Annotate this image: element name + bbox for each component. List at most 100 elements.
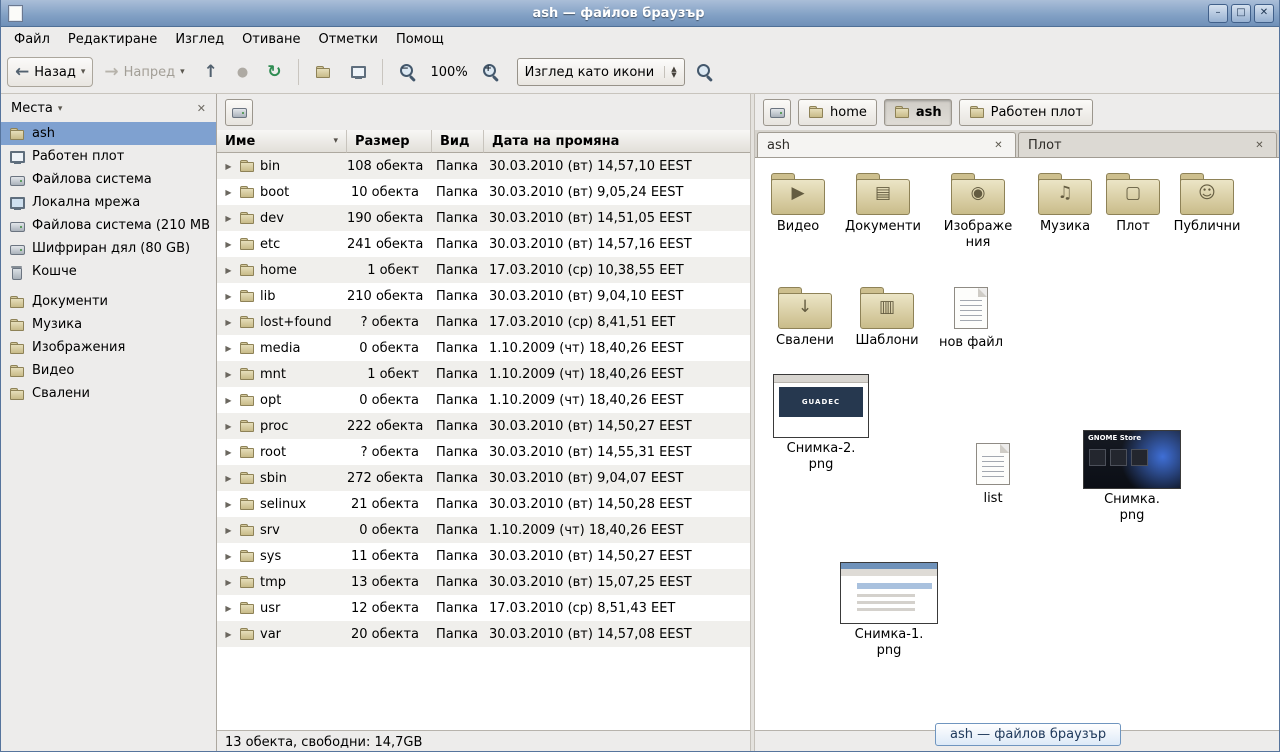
tree-row-selinux[interactable]: ▶selinux21 обектаПапка30.03.2010 (вт) 14… xyxy=(217,491,750,517)
column-header-date[interactable]: Дата на промяна xyxy=(484,130,750,153)
icon-item-10[interactable]: list xyxy=(953,440,1033,507)
tab-close-icon[interactable]: ✕ xyxy=(991,138,1006,153)
stop-button[interactable]: ● xyxy=(229,57,256,87)
close-button[interactable]: ✕ xyxy=(1254,4,1274,23)
tree-row-root[interactable]: ▶root? обектаПапка30.03.2010 (вт) 14,55,… xyxy=(217,439,750,465)
tree-row-home[interactable]: ▶home1 обектПапка17.03.2010 (ср) 10,38,5… xyxy=(217,257,750,283)
titlebar[interactable]: ash — файлов браузър – □ ✕ xyxy=(1,0,1279,27)
tab-Плот[interactable]: Плот✕ xyxy=(1018,132,1277,157)
view-mode-select[interactable]: Изглед като икони ▲▼ xyxy=(517,58,685,86)
tree-row-lost+found[interactable]: ▶lost+found? обектаПапка17.03.2010 (ср) … xyxy=(217,309,750,335)
reload-button[interactable]: ↻ xyxy=(259,57,289,87)
tree-row-boot[interactable]: ▶boot10 обектаПапка30.03.2010 (вт) 9,05,… xyxy=(217,179,750,205)
sidebar-item-8[interactable]: Музика xyxy=(1,313,216,336)
expander-icon[interactable]: ▶ xyxy=(223,448,234,457)
expander-icon[interactable]: ▶ xyxy=(223,240,234,249)
expander-icon[interactable]: ▶ xyxy=(223,162,234,171)
icon-item-6[interactable]: ↓Свалени xyxy=(763,284,847,349)
places-dropdown-icon[interactable]: ▾ xyxy=(58,104,63,114)
expander-icon[interactable]: ▶ xyxy=(223,578,234,587)
expander-icon[interactable]: ▶ xyxy=(223,292,234,301)
icon-item-3[interactable]: ♫Музика xyxy=(1027,170,1103,235)
sidebar-item-9[interactable]: Изображения xyxy=(1,336,216,359)
expander-icon[interactable]: ▶ xyxy=(223,526,234,535)
expander-icon[interactable]: ▶ xyxy=(223,396,234,405)
icon-item-8[interactable]: нов файл xyxy=(931,284,1011,351)
expander-icon[interactable]: ▶ xyxy=(223,370,234,379)
icon-item-1[interactable]: ▤Документи xyxy=(839,170,927,235)
tab-ash[interactable]: ash✕ xyxy=(757,132,1016,157)
expander-icon[interactable]: ▶ xyxy=(223,344,234,353)
menu-item-2[interactable]: Изглед xyxy=(166,29,233,50)
expander-icon[interactable]: ▶ xyxy=(223,474,234,483)
zoom-in-button[interactable]: + xyxy=(474,57,508,87)
icon-item-0[interactable]: ▶Видео xyxy=(757,170,839,235)
tree-row-opt[interactable]: ▶opt0 обектаПапка1.10.2009 (чт) 18,40,26… xyxy=(217,387,750,413)
menu-item-5[interactable]: Помощ xyxy=(387,29,453,50)
menu-item-1[interactable]: Редактиране xyxy=(59,29,166,50)
computer-button[interactable] xyxy=(342,57,374,87)
sidebar-item-0[interactable]: ash xyxy=(1,122,216,145)
icon-item-9[interactable]: GUADECСнимка-2.png xyxy=(771,374,871,474)
expander-icon[interactable]: ▶ xyxy=(223,422,234,431)
expander-icon[interactable]: ▶ xyxy=(223,630,234,639)
icon-item-12[interactable]: Снимка-1.png xyxy=(839,562,939,660)
tree-row-bin[interactable]: ▶bin108 обектаПапка30.03.2010 (вт) 14,57… xyxy=(217,153,750,179)
up-button[interactable]: ↑ xyxy=(196,57,226,87)
icon-item-7[interactable]: ▥Шаблони xyxy=(845,284,929,349)
tree-row-media[interactable]: ▶media0 обектаПапка1.10.2009 (чт) 18,40,… xyxy=(217,335,750,361)
search-button[interactable] xyxy=(688,57,722,87)
tree-row-proc[interactable]: ▶proc222 обектаПапка30.03.2010 (вт) 14,5… xyxy=(217,413,750,439)
menu-item-4[interactable]: Отметки xyxy=(309,29,386,50)
tree-row-tmp[interactable]: ▶tmp13 обектаПапка30.03.2010 (вт) 15,07,… xyxy=(217,569,750,595)
sidebar-item-4[interactable]: Файлова система (210 MB) xyxy=(1,214,216,237)
tree-row-sbin[interactable]: ▶sbin272 обектаПапка30.03.2010 (вт) 9,04… xyxy=(217,465,750,491)
pathbar-button-home[interactable]: home xyxy=(798,99,877,126)
taskbar-window-label[interactable]: ash — файлов браузър xyxy=(935,723,1121,746)
forward-button[interactable]: → Напред ▾ xyxy=(96,57,192,87)
sidebar-item-5[interactable]: Шифриран дял (80 GB) xyxy=(1,237,216,260)
icon-item-11[interactable]: GNOME StoreСнимка.png xyxy=(1079,430,1185,525)
pathbar-button-root[interactable] xyxy=(763,99,791,126)
pathbar-button-desktop[interactable]: Работен плот xyxy=(959,99,1093,126)
menu-item-3[interactable]: Отиване xyxy=(233,29,309,50)
home-button[interactable] xyxy=(307,57,339,87)
tree-row-lib[interactable]: ▶lib210 обектаПапка30.03.2010 (вт) 9,04,… xyxy=(217,283,750,309)
tree-row-usr[interactable]: ▶usr12 обектаПапка17.03.2010 (ср) 8,51,4… xyxy=(217,595,750,621)
sidebar-item-10[interactable]: Видео xyxy=(1,359,216,382)
expander-icon[interactable]: ▶ xyxy=(223,604,234,613)
tree-row-etc[interactable]: ▶etc241 обектаПапка30.03.2010 (вт) 14,57… xyxy=(217,231,750,257)
minimize-button[interactable]: – xyxy=(1208,4,1228,23)
close-sidebar-icon[interactable]: ✕ xyxy=(193,102,210,115)
pathbar-button-filesystem[interactable] xyxy=(225,99,253,126)
expander-icon[interactable]: ▶ xyxy=(223,552,234,561)
tree-row-srv[interactable]: ▶srv0 обектаПапка1.10.2009 (чт) 18,40,26… xyxy=(217,517,750,543)
icon-item-5[interactable]: ☺Публични xyxy=(1165,170,1249,235)
expander-icon[interactable]: ▶ xyxy=(223,188,234,197)
sidebar-item-7[interactable]: Документи xyxy=(1,290,216,313)
sidebar-item-6[interactable]: Кошче xyxy=(1,260,216,283)
expander-icon[interactable]: ▶ xyxy=(223,500,234,509)
expander-icon[interactable]: ▶ xyxy=(223,318,234,327)
icon-item-4[interactable]: ▢Плот xyxy=(1101,170,1165,235)
column-header-type[interactable]: Вид xyxy=(432,130,484,153)
sidebar-item-3[interactable]: Локална мрежа xyxy=(1,191,216,214)
zoom-out-button[interactable]: − xyxy=(391,57,425,87)
sidebar-item-2[interactable]: Файлова система xyxy=(1,168,216,191)
back-history-dropdown-icon[interactable]: ▾ xyxy=(81,67,86,77)
tree-row-mnt[interactable]: ▶mnt1 обектПапка1.10.2009 (чт) 18,40,26 … xyxy=(217,361,750,387)
places-title[interactable]: Места xyxy=(11,101,53,116)
maximize-button[interactable]: □ xyxy=(1231,4,1251,23)
sidebar-item-11[interactable]: Свалени xyxy=(1,382,216,405)
icon-view[interactable]: ▶Видео▤Документи◉Изображения♫Музика▢Плот… xyxy=(755,158,1279,730)
icon-item-2[interactable]: ◉Изображения xyxy=(933,170,1023,252)
column-header-name[interactable]: Име ▾ xyxy=(217,130,347,153)
menu-item-0[interactable]: Файл xyxy=(5,29,59,50)
expander-icon[interactable]: ▶ xyxy=(223,214,234,223)
expander-icon[interactable]: ▶ xyxy=(223,266,234,275)
back-button[interactable]: ← Назад ▾ xyxy=(7,57,93,87)
sidebar-item-1[interactable]: Работен плот xyxy=(1,145,216,168)
tab-close-icon[interactable]: ✕ xyxy=(1252,138,1267,153)
tree-row-sys[interactable]: ▶sys11 обектаПапка30.03.2010 (вт) 14,50,… xyxy=(217,543,750,569)
column-header-size[interactable]: Размер xyxy=(347,130,432,153)
